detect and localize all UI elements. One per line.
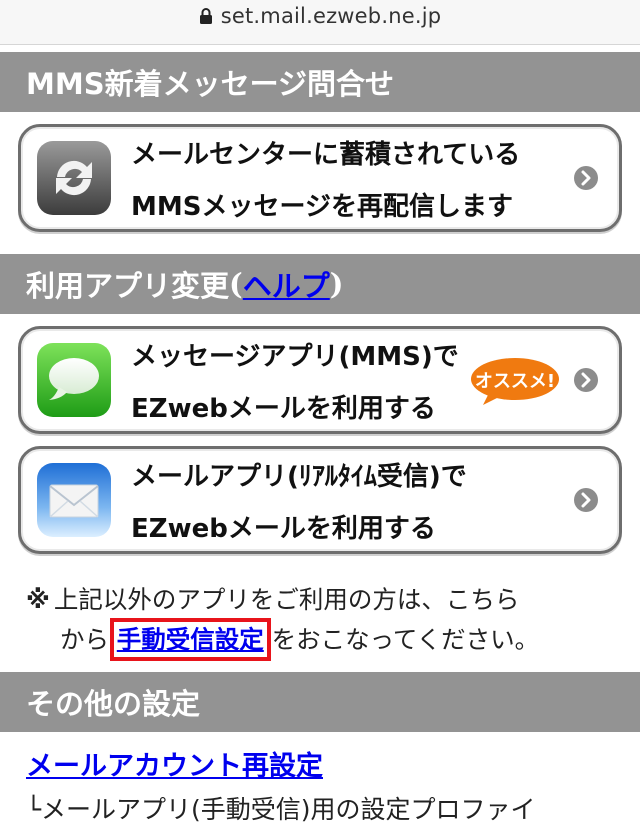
speech-bubble-icon (37, 343, 111, 417)
paren-open: ( (229, 267, 243, 301)
mail-app-button[interactable]: メールアプリ(ﾘｱﾙﾀｲﾑ受信)で EZwebメールを利用する (18, 446, 622, 554)
note-line2-prefix: から (60, 625, 109, 654)
section-title-other: その他の設定 (26, 687, 201, 721)
messages-app-line2: EZwebメールを利用する (131, 394, 436, 424)
url-text: set.mail.ezweb.ne.jp (220, 4, 442, 28)
refresh-arrows-icon (37, 141, 111, 215)
help-link[interactable]: ヘルプ (242, 263, 330, 305)
note-line1: 上記以外のアプリをご利用の方は、こちら (53, 585, 520, 614)
resend-line1: メールセンターに蓄積されている (131, 140, 521, 170)
mail-account-reset-link[interactable]: メールアカウント再設定 (26, 744, 323, 783)
envelope-icon (37, 463, 111, 537)
messages-app-button[interactable]: メッセージアプリ(MMS)で EZwebメールを利用する オススメ! (18, 326, 622, 434)
mail-app-line2: EZwebメールを利用する (131, 514, 436, 544)
messages-app-line1: メッセージアプリ(MMS)で (131, 342, 459, 372)
section-header-other: その他の設定 (0, 672, 640, 732)
chevron-right-icon (574, 488, 598, 512)
section-header-app-change: 利用アプリ変更(ヘルプ) (0, 254, 640, 314)
manual-receive-settings-link[interactable]: 手動受信設定 (109, 618, 271, 661)
mail-app-line1: メールアプリ(ﾘｱﾙﾀｲﾑ受信)で (131, 462, 467, 492)
section-title-app-change: 利用アプリ変更 (26, 269, 230, 303)
section-title-mms: MMS新着メッセージ問合せ (26, 67, 395, 101)
chevron-right-icon (574, 166, 598, 190)
chevron-right-icon (574, 368, 598, 392)
paren-close: ) (329, 267, 344, 301)
note-line2-suffix: をおこなってください。 (271, 625, 540, 654)
section-header-mms: MMS新着メッセージ問合せ (0, 52, 640, 112)
recommended-badge: オススメ! (469, 355, 563, 407)
browser-url-bar[interactable]: set.mail.ezweb.ne.jp (0, 0, 640, 45)
resend-line2: MMSメッセージを再配信します (131, 192, 513, 222)
lock-icon (199, 8, 212, 24)
recommended-badge-label: オススメ! (475, 371, 555, 392)
other-apps-note: ※ 上記以外のアプリをご利用の方は、こちら から 手動受信設定 をおこなってくださ… (26, 580, 626, 661)
resend-mms-button[interactable]: メールセンターに蓄積されている MMSメッセージを再配信します (18, 124, 622, 232)
note-mark: ※ (26, 585, 50, 614)
account-reset-description: └メールアプリ(手動受信)用の設定プロファイ (26, 795, 536, 824)
